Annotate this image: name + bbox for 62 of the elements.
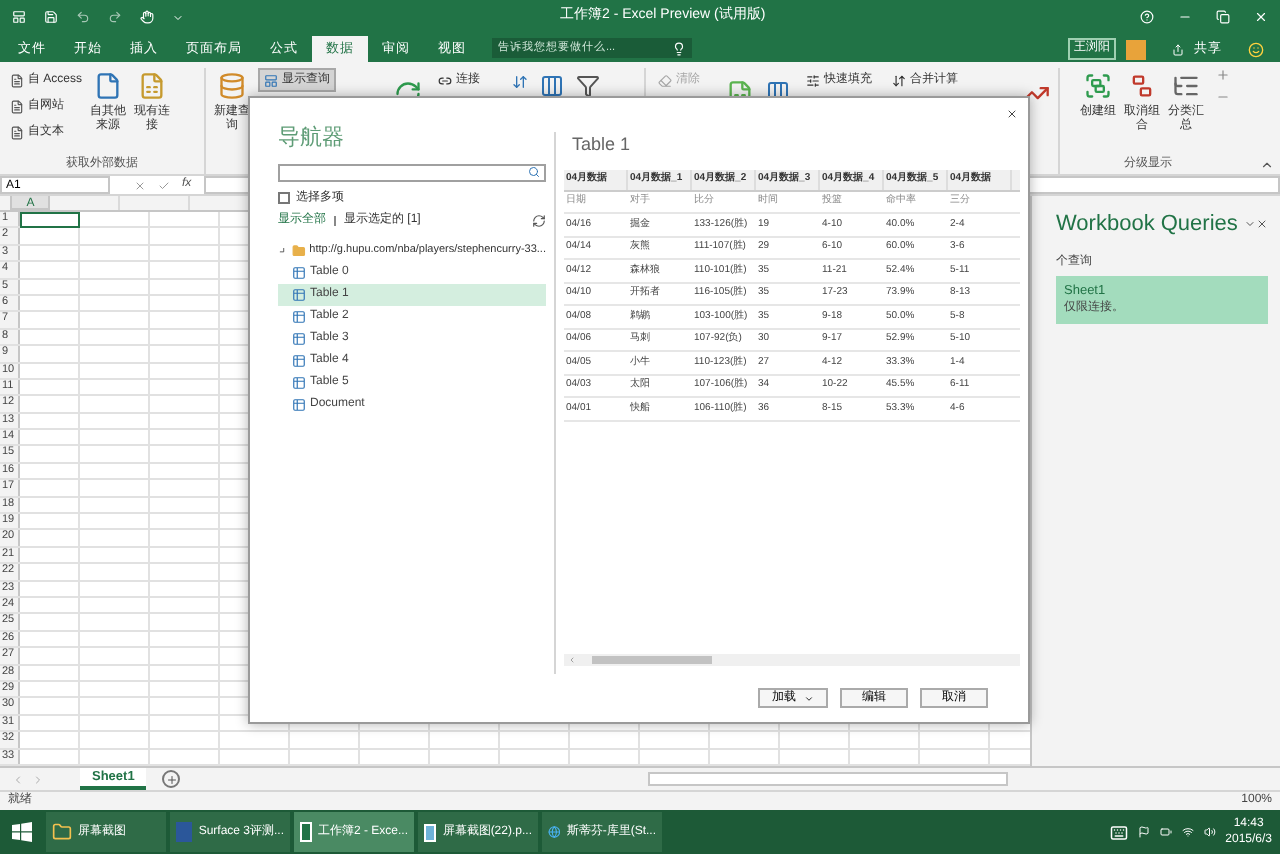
dialog-title: 导航器 [278,123,344,154]
minimize-icon[interactable] [1178,10,1192,24]
folder-icon [52,822,72,842]
share-icon [1172,43,1184,55]
redo-icon[interactable] [108,10,122,24]
folder-icon [291,244,306,258]
battery-icon[interactable] [1159,826,1172,838]
table-icon [292,265,306,279]
plus-icon [165,773,178,785]
save-icon[interactable] [44,10,58,24]
table-icon [292,331,306,345]
search-field[interactable] [278,163,546,181]
cancel-icon [134,179,146,191]
flag-icon[interactable] [1137,826,1150,838]
document-icon [10,99,24,113]
link-icon [438,73,452,87]
spreadsheet-app-icon [300,822,312,842]
restore-icon[interactable] [1216,10,1230,24]
enter-icon [158,179,170,191]
wifi-icon[interactable] [1181,826,1194,838]
undo-icon[interactable] [76,10,90,24]
document-app-icon [176,822,193,842]
panel-icon [264,73,278,87]
close-icon[interactable] [1006,108,1018,120]
search-icon [528,166,540,178]
lightbulb-icon [672,41,686,55]
document-icon [94,72,123,100]
document-icon [10,125,24,139]
keyboard-icon[interactable] [1109,823,1128,841]
table-icon [292,375,306,389]
browser-icon [548,822,561,842]
volume-icon[interactable] [1203,826,1216,838]
touch-mode-icon[interactable] [140,10,154,24]
caret-icon [804,693,814,703]
database-icon [218,72,246,100]
table-icon [292,353,306,367]
document-icon [138,72,167,100]
refresh-icon[interactable] [532,213,546,227]
sort-icon[interactable] [512,74,528,90]
filter-icon[interactable] [576,74,600,98]
selected-cell-outline [20,212,80,228]
close-icon[interactable] [1256,218,1268,231]
avatar [1126,39,1146,59]
help-icon[interactable] [1140,10,1154,24]
collapse-ribbon-icon[interactable] [1260,158,1274,172]
table-icon [292,287,306,301]
table-icon [292,397,306,411]
pane-title: Workbook Queries [1056,210,1238,240]
picture-icon [424,823,437,841]
horizontal-scrollbar[interactable] [648,772,1009,786]
app-menu-icon[interactable] [12,10,26,24]
windows-logo-icon [12,822,32,842]
customize-icon[interactable] [172,11,184,23]
table-icon [292,309,306,323]
horizontal-scrollbar[interactable] [564,654,1020,666]
document-icon [10,73,24,87]
add-sheet-button[interactable] [162,770,181,788]
eraser-icon [658,73,672,87]
feedback-icon[interactable] [1248,41,1264,57]
preview-title: Table 1 [572,131,633,157]
checkbox[interactable] [278,192,290,204]
scrollbar-thumb[interactable] [592,656,712,664]
